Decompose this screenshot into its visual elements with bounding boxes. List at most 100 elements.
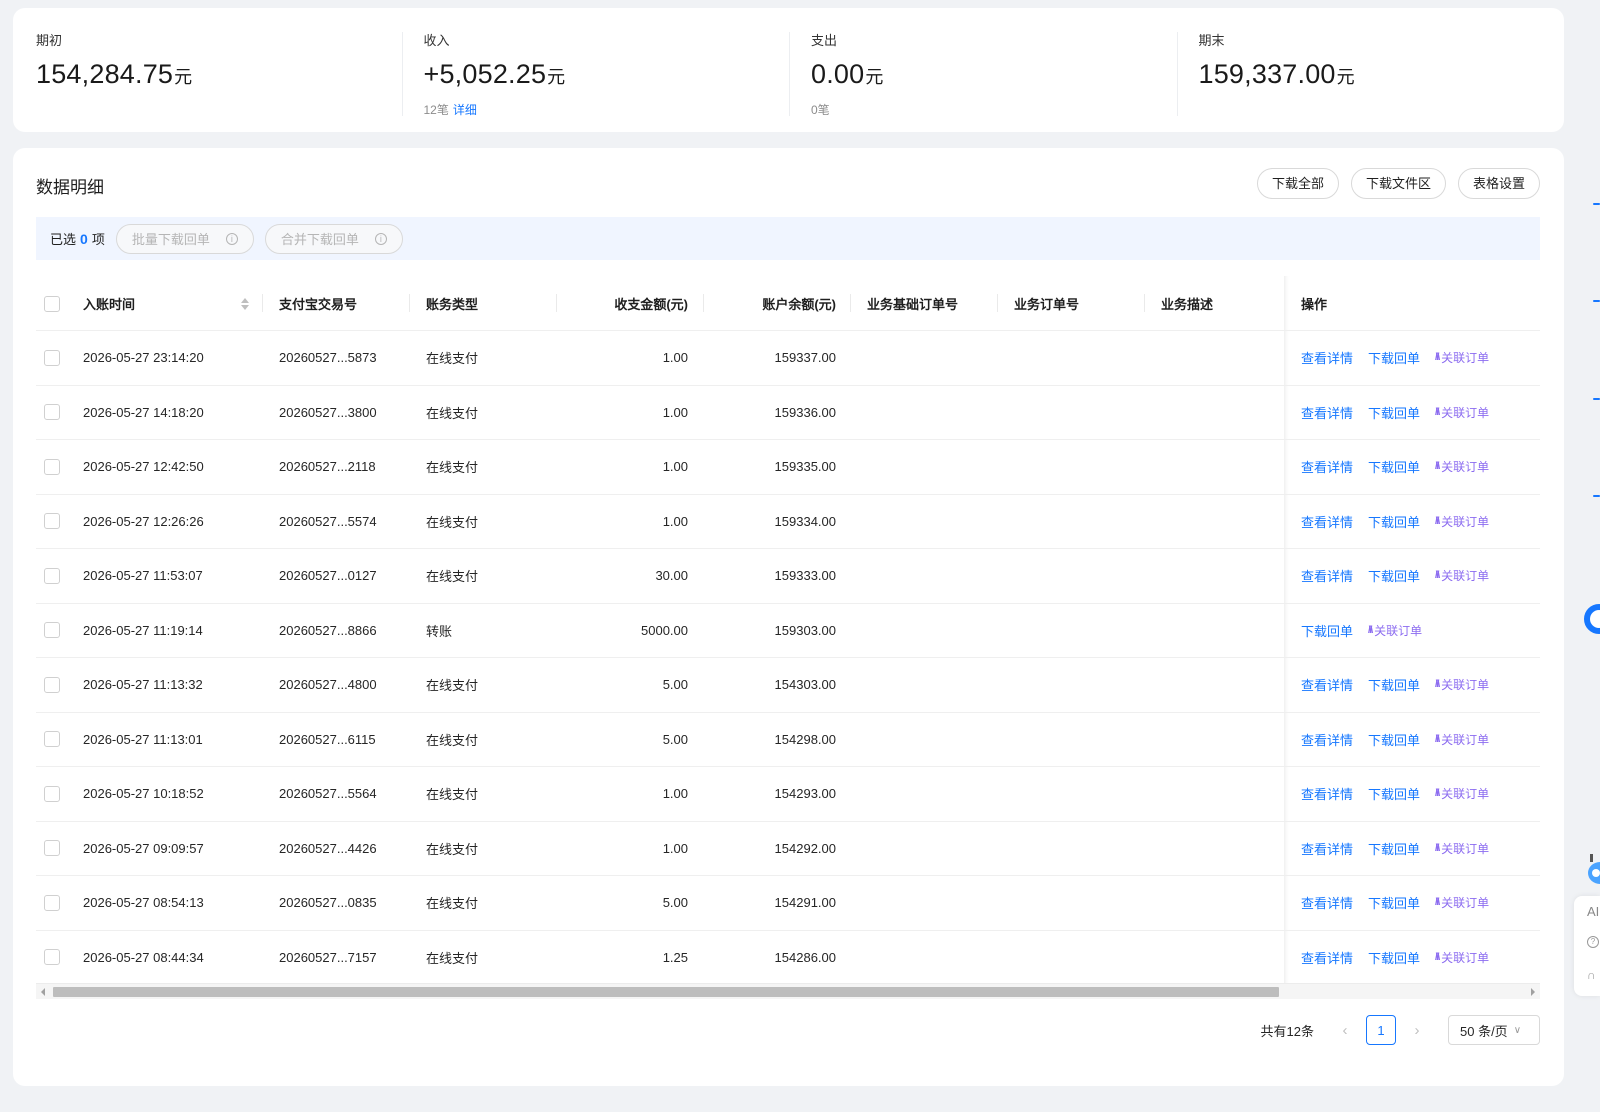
cell-ops: 查看详情 下载回单 /\/\ 关联订单 (1285, 386, 1540, 440)
view-detail-link[interactable]: 查看详情 (1301, 348, 1353, 367)
column-order: 业务订单号 (998, 276, 1145, 331)
view-detail-link[interactable]: 查看详情 (1301, 839, 1353, 858)
download-receipt-link[interactable]: 下载回单 (1301, 621, 1353, 640)
summary-unit: 元 (865, 67, 884, 87)
page-size-select[interactable]: 50 条/页 ∨ (1448, 1015, 1540, 1045)
download-receipt-link[interactable]: 下载回单 (1368, 784, 1420, 803)
table-row: 2026-05-27 11:53:07 20260527...0127 在线支付 30… (36, 549, 1540, 604)
cell-base-order (851, 549, 998, 603)
link-order-link[interactable]: /\/\ 关联订单 (1435, 785, 1489, 802)
row-checkbox[interactable] (44, 349, 60, 366)
scroll-right-icon[interactable] (1531, 988, 1535, 996)
cell-amount: 1.00 (662, 350, 688, 366)
download-receipt-link[interactable]: 下载回单 (1368, 566, 1420, 585)
row-checkbox[interactable] (44, 949, 60, 966)
ai-icon: /\/\ (1435, 461, 1440, 473)
link-order-link[interactable]: /\/\ 关联订单 (1435, 513, 1489, 530)
floating-assistant-icon[interactable] (1584, 604, 1600, 634)
download-all-button[interactable]: 下载全部 (1256, 168, 1339, 199)
view-detail-link[interactable]: 查看详情 (1301, 893, 1353, 912)
download-receipt-link[interactable]: 下载回单 (1368, 512, 1420, 531)
income-detail-link[interactable]: 详细 (453, 103, 477, 117)
ai-icon: /\/\ (1368, 624, 1373, 636)
ai-icon[interactable]: AI (1587, 904, 1599, 919)
view-detail-link[interactable]: 查看详情 (1301, 784, 1353, 803)
row-checkbox[interactable] (44, 567, 60, 584)
row-checkbox[interactable] (44, 731, 60, 748)
row-checkbox[interactable] (44, 458, 60, 475)
link-order-link[interactable]: /\/\ 关联订单 (1435, 949, 1489, 966)
ai-icon: /\/\ (1435, 515, 1440, 527)
view-detail-link[interactable]: 查看详情 (1301, 730, 1353, 749)
link-order-link[interactable]: /\/\ 关联订单 (1435, 567, 1489, 584)
link-order-link[interactable]: /\/\ 关联订单 (1368, 622, 1422, 639)
cell-ops: 查看详情 下载回单 /\/\ 关联订单 (1285, 822, 1540, 876)
cell-ops: 查看详情 下载回单 /\/\ 关联订单 (1285, 767, 1540, 821)
row-checkbox[interactable] (44, 622, 60, 639)
download-receipt-link[interactable]: 下载回单 (1368, 457, 1420, 476)
cell-type: 在线支付 (426, 460, 479, 476)
transactions-table: 入账时间 支付宝交易号 账务类型 收支金额(元) 账户余额(元) 业务基础订单号… (36, 276, 1540, 985)
table-row: 2026-05-27 11:13:32 20260527...4800 在线支付 5.… (36, 658, 1540, 713)
link-order-link[interactable]: /\/\ 关联订单 (1435, 349, 1489, 366)
summary-opening: 期初 154,284.75元 (13, 8, 402, 132)
view-detail-link[interactable]: 查看详情 (1301, 675, 1353, 694)
row-checkbox[interactable] (44, 676, 60, 693)
download-receipt-link[interactable]: 下载回单 (1368, 948, 1420, 967)
scroll-thumb[interactable] (53, 987, 1279, 997)
robot-assistant-icon[interactable] (1584, 854, 1600, 890)
row-checkbox[interactable] (44, 404, 60, 421)
chevron-down-icon: ∨ (1513, 1024, 1522, 1036)
cell-base-order (851, 931, 998, 985)
detail-panel: 数据明细 下载全部 下载文件区 表格设置 已选 0 项 批量下载回单 i 合并下… (13, 148, 1564, 1086)
cell-time: 2026-05-27 14:18:20 (83, 404, 204, 420)
cell-ops: 查看详情 下载回单 /\/\ 关联订单 (1285, 549, 1540, 603)
select-all-checkbox[interactable] (44, 295, 60, 312)
view-detail-link[interactable]: 查看详情 (1301, 457, 1353, 476)
scroll-left-icon[interactable] (41, 988, 45, 996)
headset-icon[interactable]: ∩ (1587, 968, 1596, 982)
download-receipt-link[interactable]: 下载回单 (1368, 730, 1420, 749)
link-order-link[interactable]: /\/\ 关联订单 (1435, 404, 1489, 421)
download-receipt-link[interactable]: 下载回单 (1368, 348, 1420, 367)
download-receipt-link[interactable]: 下载回单 (1368, 403, 1420, 422)
link-order-link[interactable]: /\/\ 关联订单 (1435, 731, 1489, 748)
help-icon[interactable]: ? (1587, 936, 1599, 948)
cell-amount: 5.00 (662, 731, 688, 747)
info-icon[interactable]: i (374, 232, 387, 245)
table-row: 2026-05-27 11:13:01 20260527...6115 在线支付 5.… (36, 713, 1540, 767)
table-settings-button[interactable]: 表格设置 (1457, 168, 1540, 199)
download-receipt-link[interactable]: 下载回单 (1368, 675, 1420, 694)
view-detail-link[interactable]: 查看详情 (1301, 403, 1353, 422)
row-checkbox[interactable] (44, 785, 60, 802)
link-order-link[interactable]: /\/\ 关联订单 (1435, 894, 1489, 911)
cell-amount: 1.00 (662, 513, 688, 529)
cell-base-order (851, 876, 998, 930)
sort-icon[interactable] (241, 297, 249, 310)
ai-icon: /\/\ (1435, 951, 1440, 963)
download-area-button[interactable]: 下载文件区 (1350, 168, 1446, 199)
view-detail-link[interactable]: 查看详情 (1301, 566, 1353, 585)
row-checkbox[interactable] (44, 840, 60, 857)
view-detail-link[interactable]: 查看详情 (1301, 948, 1353, 967)
cell-type: 在线支付 (426, 678, 479, 694)
next-page-icon[interactable]: › (1402, 1022, 1432, 1039)
view-detail-link[interactable]: 查看详情 (1301, 512, 1353, 531)
page-1[interactable]: 1 (1366, 1015, 1396, 1045)
cell-balance: 154303.00 (774, 677, 836, 693)
download-receipt-link[interactable]: 下载回单 (1368, 893, 1420, 912)
batch-download-button[interactable]: 批量下载回单 i (115, 223, 254, 254)
merge-download-button[interactable]: 合并下载回单 i (264, 223, 403, 254)
horizontal-scrollbar[interactable] (36, 983, 1540, 999)
link-order-link[interactable]: /\/\ 关联订单 (1435, 840, 1489, 857)
cell-time: 2026-05-27 12:26:26 (83, 513, 204, 529)
summary-expense: 支出 0.00元 0笔 (789, 8, 1177, 132)
row-checkbox[interactable] (44, 894, 60, 911)
link-order-link[interactable]: /\/\ 关联订单 (1435, 676, 1489, 693)
row-checkbox[interactable] (44, 513, 60, 530)
link-order-link[interactable]: /\/\ 关联订单 (1435, 458, 1489, 475)
download-receipt-link[interactable]: 下载回单 (1368, 839, 1420, 858)
info-icon[interactable]: i (225, 232, 238, 245)
prev-page-icon[interactable]: ‹ (1330, 1022, 1360, 1039)
column-time[interactable]: 入账时间 (83, 276, 263, 331)
